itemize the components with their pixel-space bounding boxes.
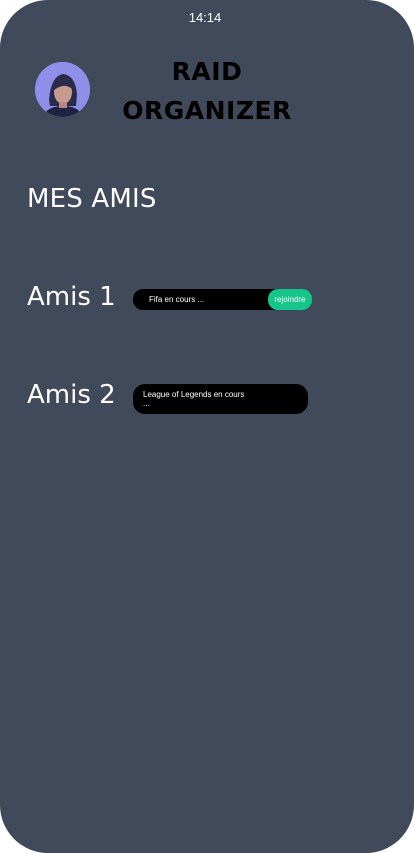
app-title: RAID ORGANIZER — [108, 52, 306, 130]
status-bar-time: 14:14 — [188, 10, 222, 25]
friend-status-1: Fifa en cours ... — [149, 295, 205, 304]
phone-screen: 14:14 RAID ORGANIZER MES AMIS Amis 1 Fif… — [0, 0, 414, 853]
app-title-line-2: ORGANIZER — [122, 96, 292, 125]
friend-name-2[interactable]: Amis 2 — [27, 380, 116, 410]
avatar-image — [35, 62, 90, 117]
section-title: MES AMIS — [27, 184, 157, 214]
friend-status-pill-1: Fifa en cours ... rejoindre — [133, 289, 312, 310]
join-button[interactable]: rejoindre — [268, 289, 312, 310]
friend-name-1[interactable]: Amis 1 — [27, 282, 116, 312]
app-title-line-1: RAID — [171, 57, 243, 86]
friend-status-pill-2: League of Legends en cours ... — [133, 384, 308, 414]
friend-status-2: League of Legends en cours ... — [143, 390, 245, 408]
avatar[interactable] — [35, 62, 90, 117]
